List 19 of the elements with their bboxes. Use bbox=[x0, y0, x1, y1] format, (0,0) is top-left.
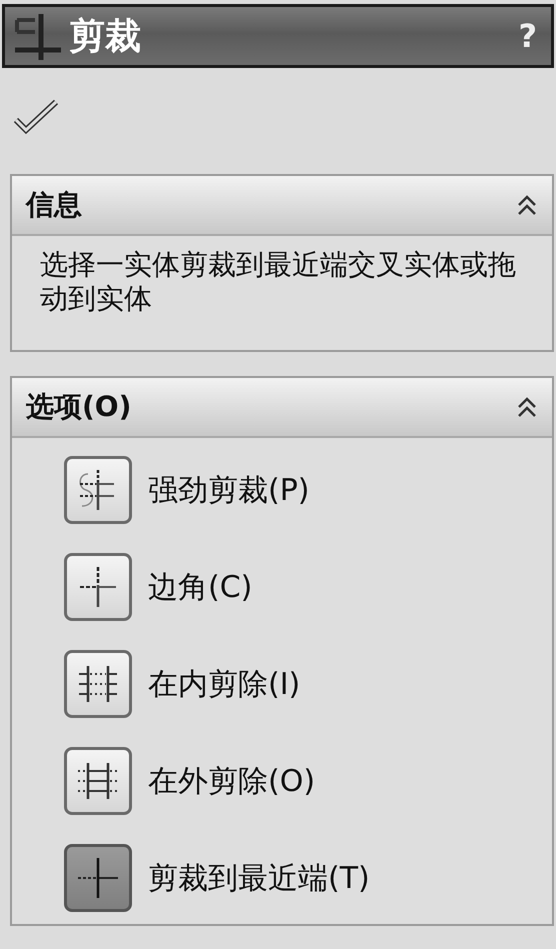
option-label[interactable]: 边角(C) bbox=[148, 566, 252, 608]
option-label[interactable]: 在内剪除(I) bbox=[148, 664, 300, 704]
collapse-icon[interactable] bbox=[516, 193, 538, 217]
trim-option-button[interactable] bbox=[64, 553, 132, 621]
trim-option-button[interactable] bbox=[64, 650, 132, 718]
section-header[interactable]: 信息 bbox=[12, 176, 552, 236]
option-label[interactable]: 强劲剪裁(P) bbox=[148, 470, 310, 510]
window-title: 剪裁 bbox=[69, 14, 142, 58]
option-label[interactable]: 在外剪除(O) bbox=[148, 760, 316, 802]
collapse-icon[interactable] bbox=[516, 395, 538, 419]
section-header[interactable]: 选项(O) bbox=[12, 378, 552, 438]
trim-option-button[interactable] bbox=[64, 844, 132, 912]
help-button[interactable]: ? bbox=[518, 17, 537, 55]
section-title: 选项(O) bbox=[26, 389, 132, 425]
info-message: 选择一实体剪裁到最近端交叉实体或拖动到实体 bbox=[39, 247, 517, 317]
trim-option-button[interactable] bbox=[64, 456, 132, 524]
trim-option-button[interactable] bbox=[64, 747, 132, 815]
option-label[interactable]: 剪裁到最近端(T) bbox=[148, 858, 370, 898]
section-title: 信息 bbox=[26, 187, 82, 223]
